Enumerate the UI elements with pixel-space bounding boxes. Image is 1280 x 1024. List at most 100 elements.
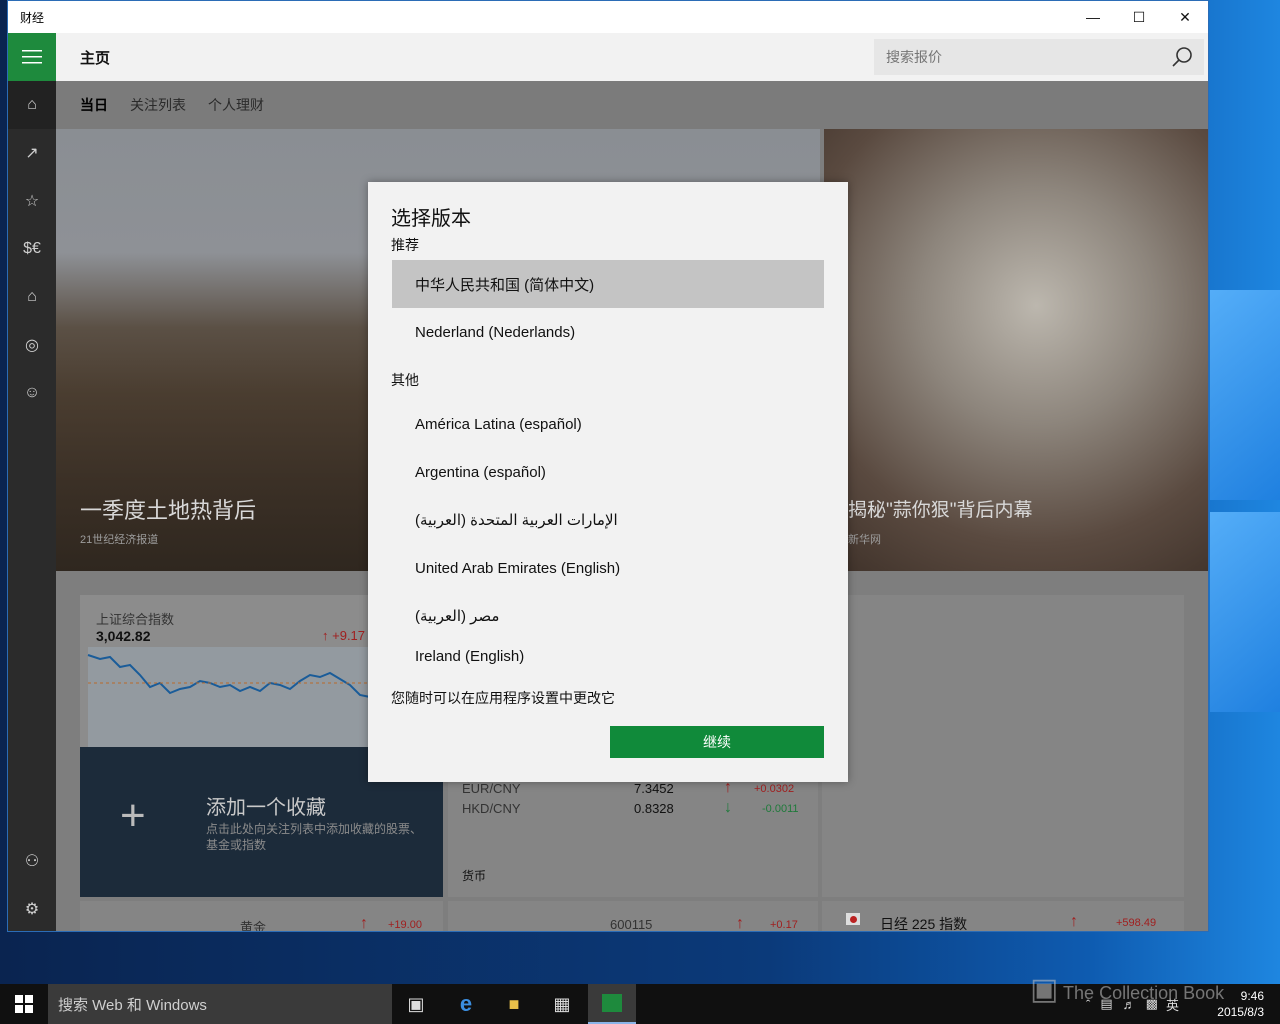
smiley-icon: ☺: [23, 384, 41, 401]
watermark-text: The Collection Book: [1063, 983, 1225, 1003]
minimize-button[interactable]: —: [1070, 1, 1116, 33]
tab-today[interactable]: 当日: [80, 95, 108, 115]
hamburger-icon: [22, 50, 42, 64]
tab-personal-finance[interactable]: 个人理财: [208, 95, 264, 115]
sidebar-item-mortgage[interactable]: ⌂: [8, 273, 56, 321]
edge-icon: e: [459, 991, 473, 1016]
currency-pair-2: HKD/CNY: [462, 801, 521, 816]
hero-source-2: 新华网: [848, 534, 881, 546]
clock-date: 2015/8/3: [1217, 1005, 1264, 1019]
other-label: 其他: [391, 372, 419, 388]
subtab-bar: 当日 关注列表 个人理财: [56, 81, 1208, 129]
currency-value-1: 7.3452: [634, 781, 674, 796]
task-view-button[interactable]: ▣: [392, 984, 440, 1024]
windows-logo-pane-top: [1210, 290, 1280, 500]
currency-change-2: -0.0011: [762, 803, 799, 815]
home-icon: ⌂: [27, 96, 37, 113]
house-icon: ⌂: [27, 288, 37, 305]
hero-title-1: 一季度土地热背后: [80, 498, 257, 523]
file-explorer-button[interactable]: ■: [490, 984, 538, 1024]
quote-search-box[interactable]: [874, 39, 1204, 75]
japan-flag-icon: [846, 913, 860, 925]
recommended-label: 推荐: [391, 237, 419, 253]
windows-logo-icon: [15, 995, 33, 1013]
trend-chart-icon: ↗: [25, 145, 39, 162]
add-favorite-title: 添加一个收藏: [206, 797, 326, 819]
sidebar-item-world[interactable]: ◎: [8, 321, 56, 369]
task-view-icon: ▣: [407, 993, 425, 1014]
dialog-title: 选择版本: [391, 208, 471, 230]
app-header: 主页: [56, 33, 1208, 81]
plus-icon: +: [120, 791, 146, 840]
folder-icon: ■: [508, 993, 520, 1014]
option-uae-english[interactable]: United Arab Emirates (English): [392, 544, 824, 592]
stock-tile[interactable]: 600115 ↑ +0.17: [448, 901, 818, 932]
option-argentina[interactable]: Argentina (español): [392, 448, 824, 496]
taskbar-search-text: 搜索 Web 和 Windows: [58, 996, 207, 1014]
currency-change-1: +0.0302: [754, 783, 795, 795]
search-input[interactable]: [886, 49, 1156, 65]
option-china-simplified[interactable]: 中华人民共和国 (简体中文): [392, 260, 824, 308]
watermark: ▣ The Collection Book: [1030, 972, 1224, 1007]
currency-value-2: 0.8328: [634, 801, 674, 816]
hero-title-2: 揭秘"蒜你狠"背后内幕: [848, 500, 1033, 521]
sidebar-item-watchlist[interactable]: ☆: [8, 177, 56, 225]
gold-tile[interactable]: 黄金 ↑ +19.00: [80, 901, 443, 932]
window-title: 财经: [20, 10, 45, 25]
hamburger-menu-button[interactable]: [8, 33, 56, 81]
finance-chart-icon: [602, 994, 622, 1012]
select-edition-dialog: 选择版本 推荐 中华人民共和国 (简体中文) Nederland (Nederl…: [368, 182, 848, 782]
up-arrow-icon: ↑: [1070, 913, 1078, 930]
sidebar: ⌂ ↗ ☆ $€ ⌂ ◎ ☺ ⚇ ⚙: [8, 33, 56, 931]
clock[interactable]: 9:46 2015/8/3: [1217, 988, 1264, 1020]
maximize-button[interactable]: ☐: [1116, 1, 1162, 33]
index-value: 3,042.82: [96, 628, 151, 644]
down-arrow-icon: ↓: [724, 799, 732, 816]
sidebar-item-markets[interactable]: ↗: [8, 129, 56, 177]
stock-name: 600115: [610, 917, 653, 932]
option-ireland[interactable]: Ireland (English): [392, 640, 824, 672]
index-change-value: +9.17: [332, 628, 366, 643]
edge-button[interactable]: e: [442, 984, 490, 1024]
taskbar-search-box[interactable]: 搜索 Web 和 Windows: [48, 984, 392, 1024]
close-button[interactable]: ✕: [1162, 1, 1208, 33]
add-user-icon: ⚇: [24, 853, 40, 870]
sidebar-item-currencies[interactable]: $€: [8, 225, 56, 273]
add-favorite-desc: 点击此处向关注列表中添加收藏的股票、基金或指数: [206, 822, 423, 852]
tab-watchlist[interactable]: 关注列表: [130, 95, 186, 115]
sidebar-item-feedback[interactable]: ☺: [8, 369, 56, 417]
option-latin-america[interactable]: América Latina (español): [392, 400, 824, 448]
title-bar: 财经 — ☐ ✕: [8, 1, 1208, 33]
finance-app-button[interactable]: [588, 984, 636, 1024]
store-bag-icon: ▦: [553, 993, 571, 1014]
empty-tile[interactable]: [822, 595, 1184, 897]
store-button[interactable]: ▦: [538, 984, 586, 1024]
currency-icon: $€: [23, 240, 41, 257]
globe-chart-icon: ◎: [25, 337, 39, 354]
windows-logo-pane-bottom: [1210, 512, 1280, 712]
up-arrow-icon: ↑: [736, 915, 744, 932]
start-button[interactable]: [0, 984, 48, 1024]
currency-tile[interactable]: EUR/CNY 7.3452 ↑ +0.0302 HKD/CNY 0.8328 …: [448, 771, 818, 897]
option-egypt-arabic[interactable]: مصر (العربية): [392, 592, 824, 640]
gold-name: 黄金: [240, 920, 267, 932]
option-netherlands[interactable]: Nederland (Nederlands): [392, 308, 824, 356]
gear-icon: ⚙: [24, 901, 40, 918]
book-icon: ▣: [1030, 973, 1059, 1006]
index-name: 上证综合指数: [96, 612, 175, 627]
option-uae-arabic[interactable]: الإمارات العربية المتحدة (العربية): [392, 496, 824, 544]
up-arrow-icon: ↑: [360, 915, 368, 932]
page-title: 主页: [80, 49, 111, 67]
sidebar-item-home[interactable]: ⌂: [8, 81, 56, 129]
change-later-hint: 您随时可以在应用程序设置中更改它: [391, 690, 615, 706]
continue-button[interactable]: 继续: [610, 726, 824, 758]
sidebar-item-account[interactable]: ⚇: [8, 837, 56, 885]
nikkei-tile[interactable]: 日经 225 指数 ↑ +598.49: [822, 901, 1184, 931]
clock-time: 9:46: [1240, 989, 1264, 1003]
currency-label: 货币: [462, 869, 487, 883]
hero-article-2[interactable]: 揭秘"蒜你狠"背后内幕 新华网: [824, 129, 1208, 571]
search-icon[interactable]: [1170, 45, 1194, 69]
star-list-icon: ☆: [24, 193, 40, 210]
currency-pair-1: EUR/CNY: [462, 781, 521, 796]
sidebar-item-settings[interactable]: ⚙: [8, 885, 56, 931]
